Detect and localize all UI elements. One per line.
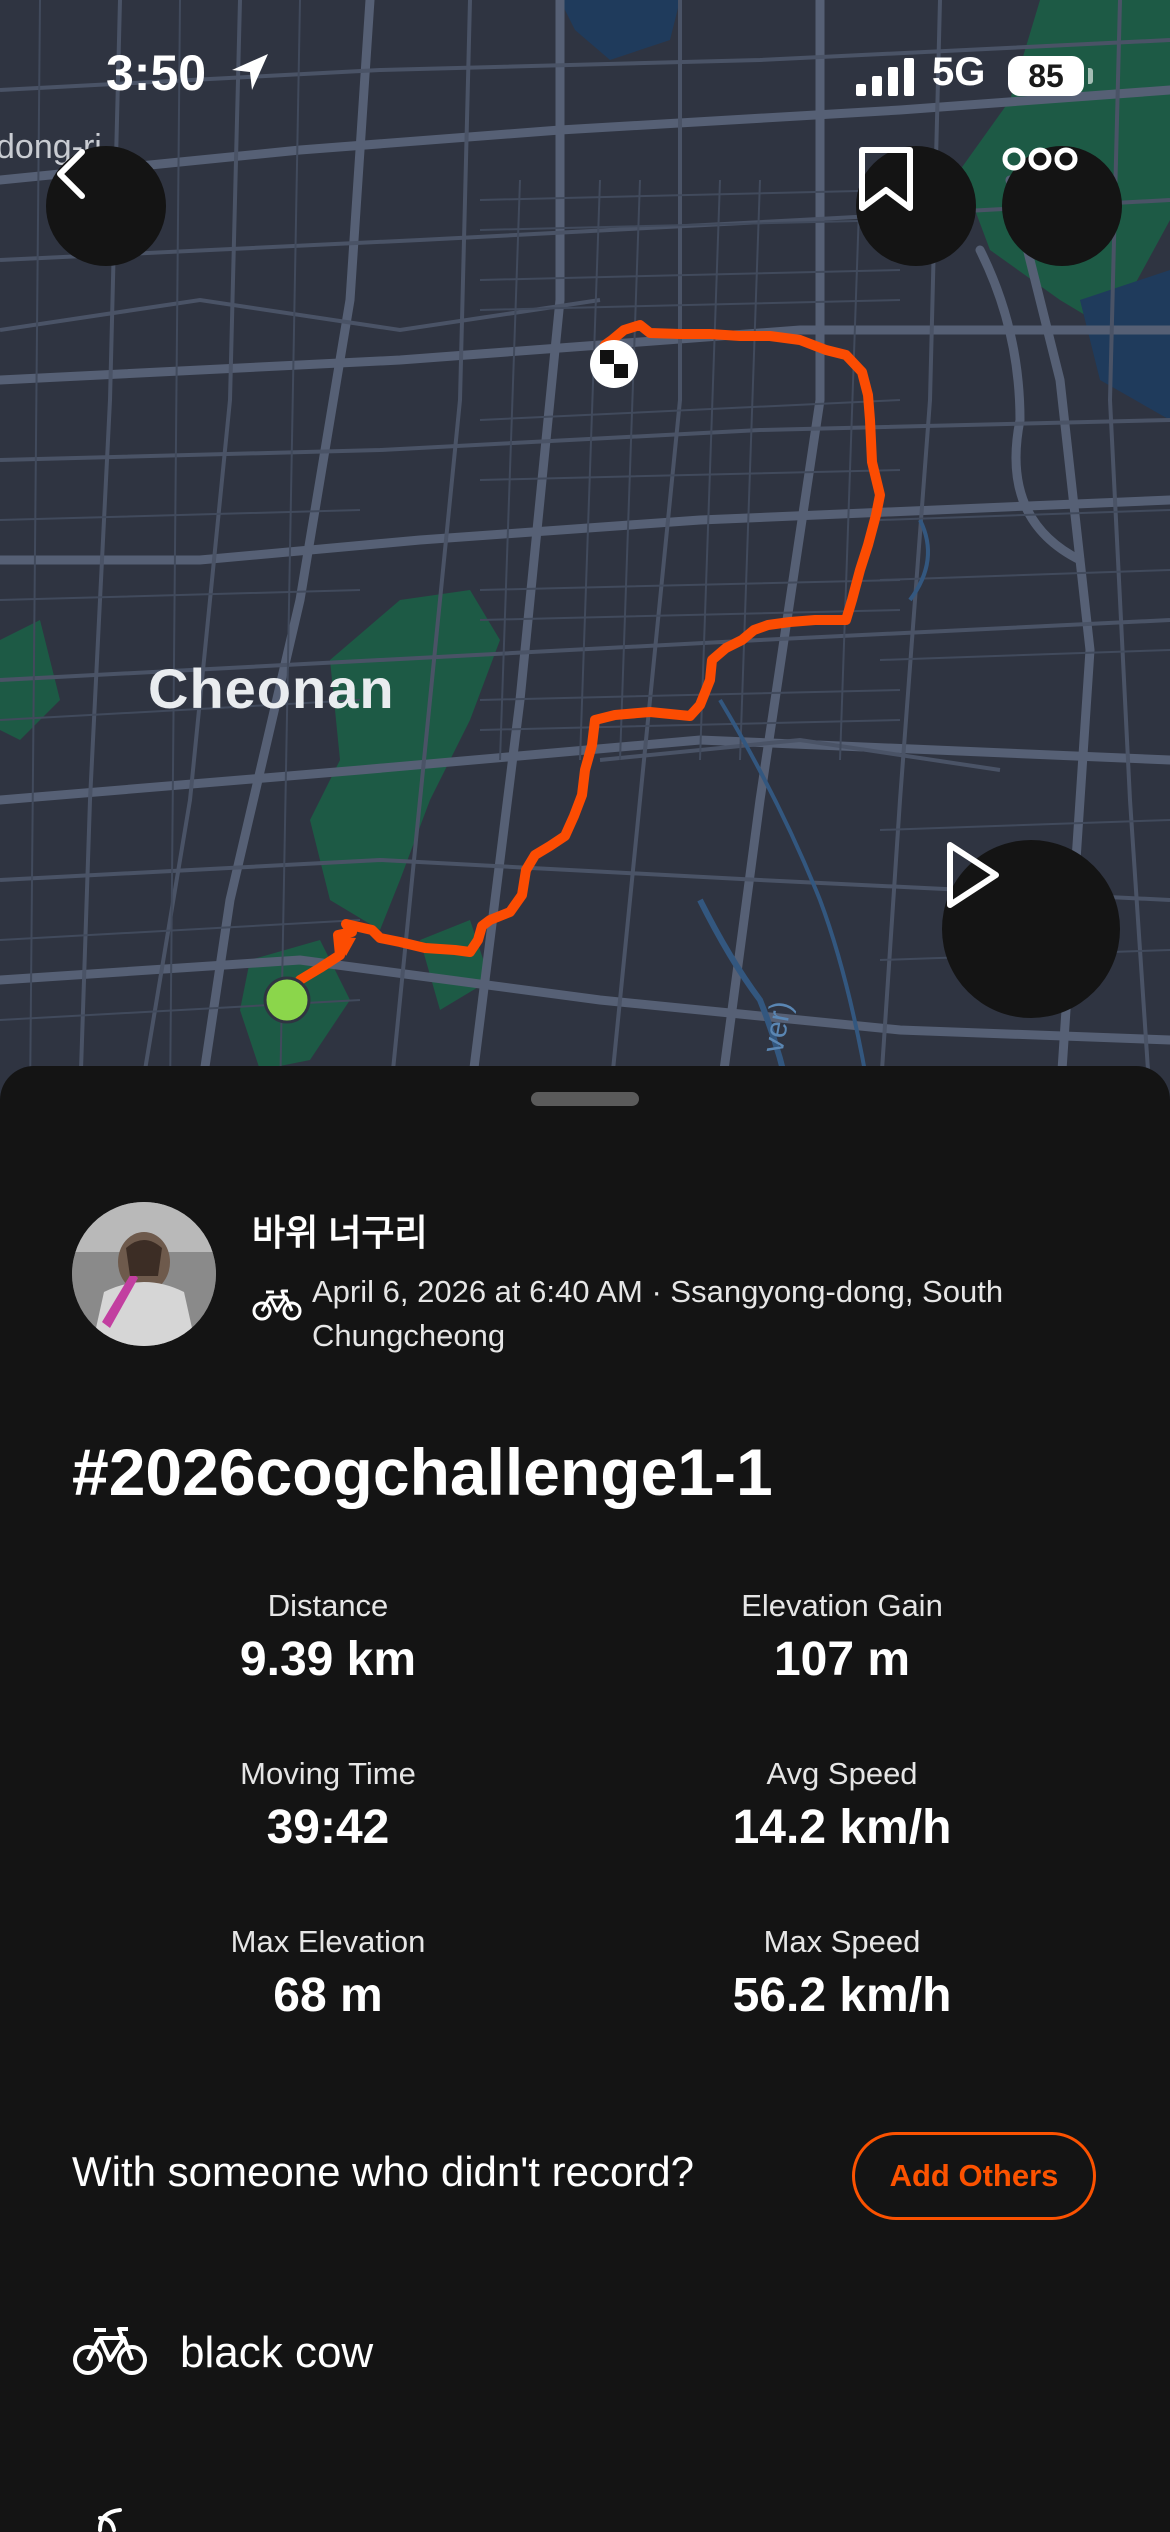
- battery-indicator: 85: [1008, 56, 1084, 96]
- avatar-photo: [72, 1202, 216, 1346]
- stat-value: 39:42: [266, 1801, 390, 1854]
- stat-value: 107 m: [773, 1633, 911, 1686]
- activity-sheet: 바위 너구리 April 6, 2026 at 6:40 AM · Ssangy…: [0, 1066, 1170, 2532]
- sheet-grabber[interactable]: [531, 1092, 639, 1106]
- stat-elevation-gain: Elevation Gain 107 m: [612, 1586, 1072, 1690]
- feed-icon: [98, 2508, 122, 2532]
- map-city-label: Cheonan: [148, 657, 395, 720]
- stat-label: Elevation Gain: [741, 1588, 943, 1623]
- bookmark-button[interactable]: [856, 146, 976, 266]
- finish-marker: [590, 340, 638, 388]
- athlete-name[interactable]: 바위 너구리: [252, 1204, 428, 1256]
- activity-title: #2026cogchallenge1-1: [72, 1435, 773, 1509]
- play-flyover-button[interactable]: [942, 840, 1120, 1018]
- stat-label: Max Elevation: [230, 1924, 426, 1959]
- activity-meta: April 6, 2026 at 6:40 AM · Ssangyong-don…: [312, 1274, 1004, 1353]
- battery-nub: [1088, 68, 1093, 84]
- bike-gear-icon: [73, 2327, 147, 2375]
- network-type: 5G: [932, 50, 986, 94]
- stat-label: Moving Time: [240, 1756, 416, 1791]
- back-button[interactable]: [46, 146, 166, 266]
- play-icon: [947, 842, 999, 908]
- more-options-button[interactable]: [1002, 146, 1122, 266]
- more-horizontal-icon: [1002, 147, 1078, 171]
- chevron-left-icon: [57, 149, 85, 199]
- stat-max-elevation: Max Elevation 68 m: [98, 1922, 558, 2026]
- stat-value: 56.2 km/h: [732, 1969, 952, 2022]
- status-bar: 3:50 5G 85: [0, 44, 1170, 114]
- stat-label: Avg Speed: [766, 1756, 918, 1791]
- add-others-button[interactable]: Add Others: [852, 2132, 1096, 2220]
- stat-value: 68 m: [273, 1969, 383, 2022]
- stat-avg-speed: Avg Speed 14.2 km/h: [612, 1754, 1072, 1858]
- stat-value: 14.2 km/h: [732, 1801, 952, 1854]
- stat-label: Max Speed: [763, 1924, 921, 1959]
- stat-moving-time: Moving Time 39:42: [98, 1754, 558, 1858]
- status-time: 3:50: [106, 45, 207, 101]
- stat-label: Distance: [267, 1588, 389, 1623]
- start-marker: [263, 976, 311, 1024]
- location-arrow-icon: [232, 54, 268, 90]
- avatar[interactable]: [72, 1202, 216, 1346]
- with-someone-prompt: With someone who didn't record?: [72, 2148, 695, 2195]
- stat-value: 9.39 km: [239, 1633, 417, 1686]
- activity-detail-screen: Cheonan dong-ri ver) 3:50 5G 85 바위 너구리 A…: [0, 0, 1170, 2532]
- route-map[interactable]: Cheonan dong-ri ver): [0, 0, 1170, 1100]
- cellular-signal-icon: [856, 58, 914, 96]
- gear-name[interactable]: black cow: [180, 2328, 373, 2378]
- bookmark-icon: [859, 147, 913, 211]
- bike-icon: [252, 1289, 302, 1321]
- stat-max-speed: Max Speed 56.2 km/h: [612, 1922, 1072, 2026]
- stat-distance: Distance 9.39 km: [98, 1586, 558, 1690]
